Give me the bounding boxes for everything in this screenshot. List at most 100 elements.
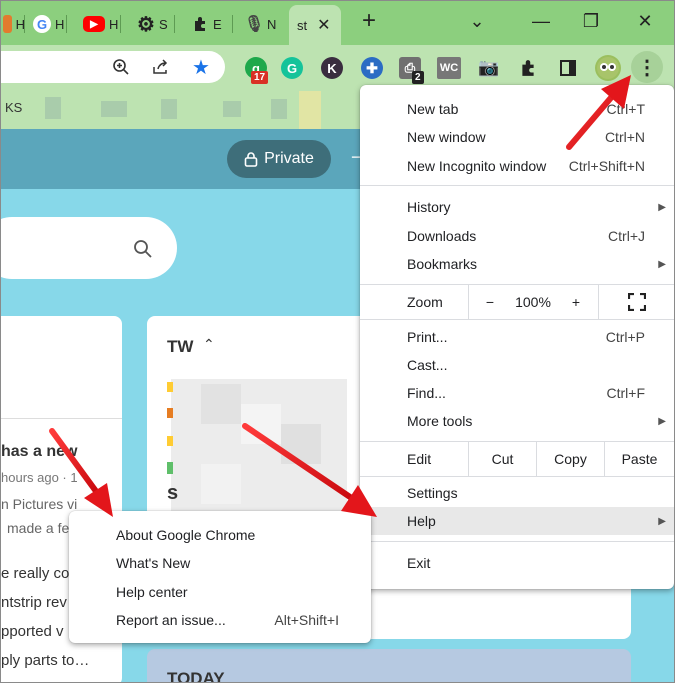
menu-label: Report an issue... [116, 612, 226, 628]
zoom-value: 100% [515, 294, 551, 310]
news-line: n Pictures vi [1, 496, 78, 512]
tab-active[interactable]: st ✕ [289, 5, 341, 45]
tab-label: N [267, 16, 277, 32]
menu-label: History [407, 199, 451, 215]
shortcut: Ctrl+F [606, 385, 646, 401]
zoom-out-button[interactable]: − [472, 285, 508, 319]
news-headline[interactable]: has a new [1, 443, 77, 461]
menu-label: What's New [116, 555, 191, 571]
chrome-menu-button[interactable]: ⋮ [631, 51, 663, 83]
menu-item-cast[interactable]: Cast... [360, 351, 674, 379]
menu-item-bookmarks[interactable]: Bookmarks ▶ [360, 250, 674, 278]
share-icon[interactable] [151, 57, 171, 77]
submenu-item-report-issue[interactable]: Report an issue... Alt+Shift+I [69, 606, 371, 634]
menu-label: New tab [407, 101, 459, 117]
menu-item-more-tools[interactable]: More tools ▶ [360, 407, 674, 435]
submenu-arrow-icon: ▶ [658, 258, 666, 270]
tab-label: E [213, 16, 222, 32]
camera-icon[interactable]: 📷 [478, 57, 500, 79]
tab-search-button[interactable]: ⌄ [457, 7, 497, 35]
bookmark-star-icon[interactable]: ★ [191, 57, 211, 79]
menu-item-new-window[interactable]: New window Ctrl+N [360, 123, 674, 151]
side-panel-icon[interactable] [557, 57, 579, 79]
minimize-button[interactable]: — [521, 7, 561, 35]
menu-item-help[interactable]: Help ▶ [360, 507, 674, 535]
extension-badge: 17 [251, 71, 269, 84]
tab-label: S [159, 16, 168, 32]
news-line: made a fe [7, 520, 70, 536]
menu-item-find[interactable]: Find... Ctrl+F [360, 379, 674, 407]
new-tab-button[interactable]: + [349, 7, 389, 35]
private-label: Private [264, 150, 314, 167]
copy-button[interactable]: Copy [537, 442, 604, 476]
youtube-icon: ▶ [83, 16, 105, 32]
menu-item-settings[interactable]: Settings [360, 479, 674, 507]
shortcut: Ctrl+Shift+N [568, 158, 645, 174]
submenu-item-help-center[interactable]: Help center [69, 578, 371, 606]
zoom-label: Zoom [407, 294, 443, 310]
shortcut: Alt+Shift+I [274, 612, 339, 628]
wc-ext-icon[interactable]: WC [437, 57, 461, 79]
paste-button[interactable]: Paste [605, 442, 674, 476]
close-window-button[interactable]: ✕ [625, 7, 665, 35]
zoom-in-button[interactable]: + [558, 285, 594, 319]
zoom-row: Zoom − 100% + [360, 285, 674, 319]
menu-item-print[interactable]: Print... Ctrl+P [360, 323, 674, 351]
menu-item-incognito[interactable]: New Incognito window Ctrl+Shift+N [360, 152, 674, 180]
today-card: TODAY [147, 649, 631, 683]
blue-ext-icon[interactable]: ✚ [361, 57, 383, 79]
grammarly-icon[interactable]: G [281, 57, 303, 79]
news-line: ntstrip rev [1, 594, 67, 611]
menu-label: New window [407, 129, 486, 145]
fullscreen-icon[interactable] [620, 285, 654, 319]
gear-icon: ⚙ [137, 13, 155, 36]
today-card-title: TODAY [167, 669, 225, 683]
puzzle-icon [191, 15, 209, 33]
private-button[interactable]: Private [227, 140, 331, 178]
extension-badge: 2 [412, 71, 424, 84]
zoom-icon[interactable] [111, 57, 131, 77]
extensions-puzzle-icon[interactable] [517, 57, 539, 79]
restore-button[interactable]: ❐ [571, 7, 611, 35]
search-icon [134, 240, 152, 258]
tab-3[interactable]: ▶ H [75, 7, 121, 41]
menu-label: More tools [407, 413, 473, 429]
menu-item-history[interactable]: History ▶ [360, 193, 674, 221]
menu-label: Exit [407, 555, 431, 571]
tab-5[interactable]: E [183, 7, 233, 41]
submenu-arrow-icon: ▶ [658, 515, 666, 527]
tab-1[interactable]: H [1, 7, 25, 41]
menu-label: About Google Chrome [116, 527, 256, 543]
menu-label: Cast... [407, 357, 448, 373]
tab-2[interactable]: G H [25, 7, 67, 41]
avatar[interactable] [595, 55, 621, 81]
edit-label: Edit [407, 451, 432, 467]
close-tab-icon[interactable]: ✕ [317, 15, 330, 35]
menu-item-exit[interactable]: Exit [360, 549, 674, 577]
menu-label: Find... [407, 385, 446, 401]
shortcut: Ctrl+N [604, 129, 645, 145]
address-bar[interactable]: ★ [1, 51, 225, 83]
news-line: e really co [1, 565, 70, 582]
menu-item-new-tab[interactable]: New tab Ctrl+T [360, 95, 674, 123]
menu-label: Print... [407, 329, 448, 345]
chevron-up-icon[interactable]: ⌃ [203, 336, 215, 353]
search-box[interactable] [1, 217, 177, 279]
tab-6[interactable]: 🎙 N [237, 7, 283, 41]
menu-item-downloads[interactable]: Downloads Ctrl+J [360, 222, 674, 250]
tab-4[interactable]: ⚙ S [129, 7, 175, 41]
submenu-item-about[interactable]: About Google Chrome [69, 521, 371, 549]
help-submenu: About Google Chrome What's New Help cent… [69, 511, 371, 643]
cut-button[interactable]: Cut [469, 442, 536, 476]
tab-label: H [55, 16, 65, 32]
k-ext-icon[interactable]: K [321, 57, 343, 79]
bookmark-item[interactable]: KS [5, 100, 22, 115]
tab-strip: H G H ▶ H ⚙ S E 🎙 N st ✕ + ⌄ — ❐ ✕ [1, 1, 674, 45]
edit-row: Edit Cut Copy Paste [360, 442, 674, 476]
menu-label: Bookmarks [407, 256, 478, 272]
submenu-arrow-icon: ▶ [658, 415, 666, 427]
submenu-item-whats-new[interactable]: What's New [69, 549, 371, 577]
menu-label: Help [407, 513, 436, 529]
shortcut: Ctrl+T [606, 101, 646, 117]
browser-window: H G H ▶ H ⚙ S E 🎙 N st ✕ + ⌄ — ❐ ✕ ★ g 1… [0, 0, 675, 683]
